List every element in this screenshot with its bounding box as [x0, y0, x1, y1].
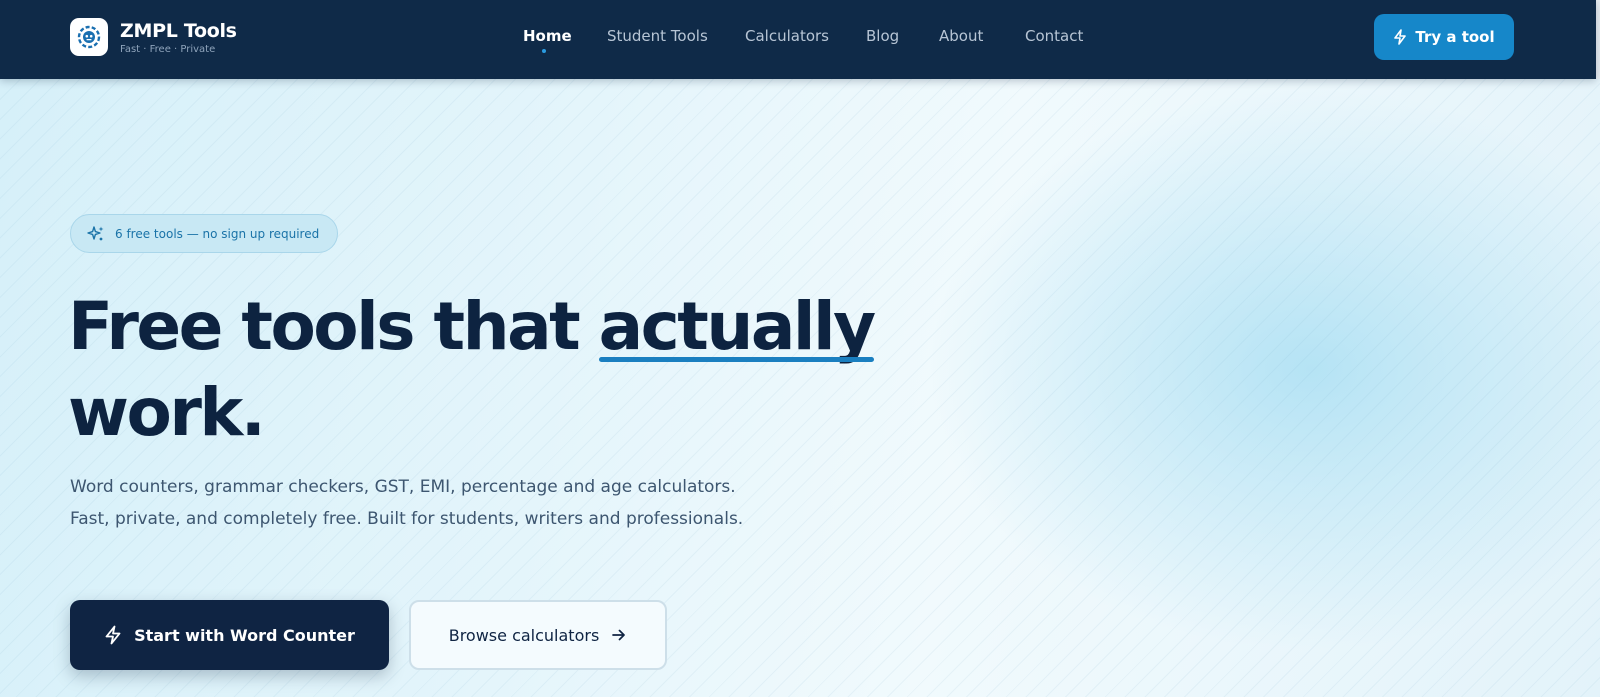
- scrollbar[interactable]: [1596, 0, 1600, 79]
- hero-section: 6 free tools — no sign up required Free …: [0, 79, 1600, 697]
- nav-calculators[interactable]: Calculators: [745, 27, 829, 45]
- hero-headline: Free tools that actually work.: [68, 284, 876, 456]
- nav-home[interactable]: Home: [523, 27, 572, 45]
- nav-contact[interactable]: Contact: [1025, 27, 1083, 45]
- nav-blog[interactable]: Blog: [866, 27, 899, 45]
- start-word-counter-label: Start with Word Counter: [134, 625, 355, 645]
- nav-student-tools[interactable]: Student Tools: [607, 27, 708, 45]
- try-a-tool-button[interactable]: Try a tool: [1374, 14, 1514, 60]
- try-a-tool-label: Try a tool: [1415, 28, 1495, 46]
- tools-badge: 6 free tools — no sign up required: [70, 214, 339, 253]
- start-word-counter-button[interactable]: Start with Word Counter: [70, 600, 389, 670]
- main-nav: Home Student Tools Calculators Blog Abou…: [0, 27, 1596, 53]
- headline-emphasis: actually: [598, 284, 876, 370]
- sparkles-icon: [87, 225, 104, 240]
- subtext-line1: Word counters, grammar checkers, GST, EM…: [70, 477, 736, 497]
- arrow-right-icon: [612, 629, 626, 641]
- headline-part2: work.: [68, 374, 266, 451]
- site-header: ZMPL Tools Fast · Free · Private Home St…: [0, 0, 1596, 79]
- badge-text: 6 free tools — no sign up required: [115, 226, 320, 241]
- browse-calculators-label: Browse calculators: [448, 625, 600, 645]
- hero-subtext: Word counters, grammar checkers, GST, EM…: [70, 471, 743, 535]
- nav-about[interactable]: About: [939, 27, 983, 45]
- headline-part1: Free tools that: [68, 288, 599, 365]
- lightning-icon: [1394, 29, 1407, 45]
- browse-calculators-button[interactable]: Browse calculators: [409, 600, 667, 670]
- active-indicator: [542, 49, 546, 53]
- subtext-line2: Fast, private, and completely free. Buil…: [70, 509, 744, 529]
- lightning-icon: [105, 625, 121, 645]
